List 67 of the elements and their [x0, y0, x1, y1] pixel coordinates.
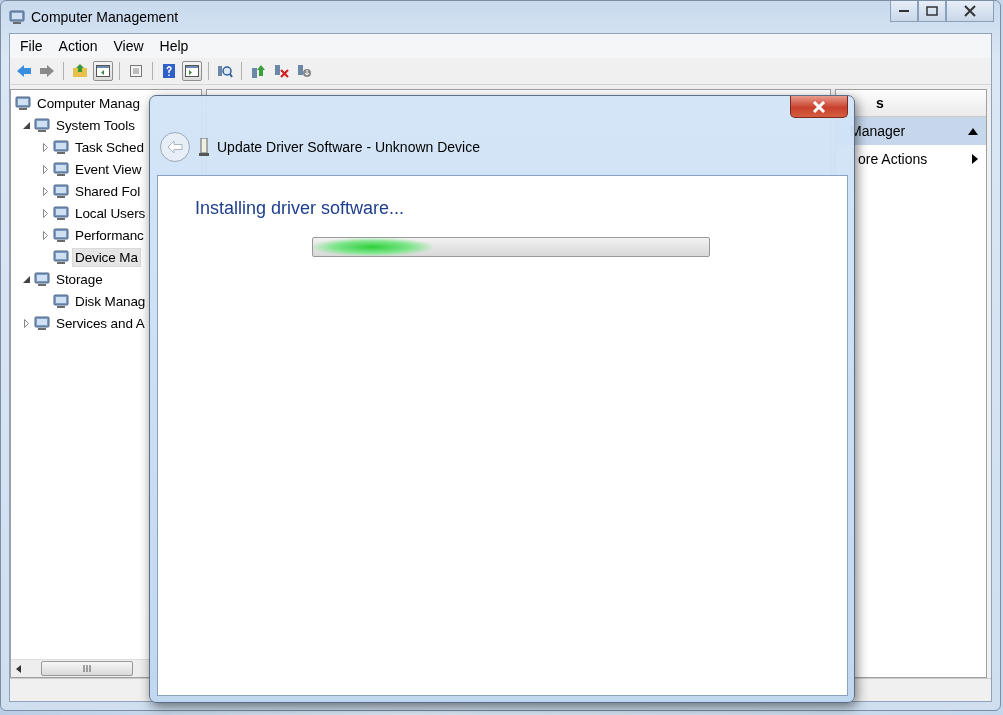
action-item[interactable]: ore Actions [836, 145, 986, 173]
status-heading: Installing driver software... [195, 198, 406, 219]
minimize-icon [899, 9, 909, 13]
actions-header: s [876, 95, 884, 111]
minimize-button[interactable] [890, 1, 918, 22]
tree-item[interactable]: System Tools [53, 115, 138, 135]
expanded-arrow-icon[interactable] [22, 275, 30, 283]
disable-device-icon [296, 64, 312, 78]
device-icon [199, 137, 209, 156]
back-arrow-icon [16, 64, 32, 78]
tree-item[interactable]: Disk Manag [72, 291, 149, 311]
menu-item[interactable]: Action [52, 36, 104, 56]
tree-node-icon [34, 271, 50, 287]
tree-item[interactable]: Shared Fol [72, 181, 144, 201]
tree-node-icon [15, 95, 31, 111]
collapse-arrow-icon [968, 127, 978, 135]
expanded-arrow-icon[interactable] [22, 121, 30, 129]
close-icon [964, 5, 976, 17]
tree-item[interactable]: Local Users [72, 203, 149, 223]
pane-icon [185, 65, 199, 77]
tree-node-icon [9, 9, 25, 25]
menu-item[interactable]: File [14, 36, 49, 56]
dialog-title: Update Driver Software - Unknown Device [217, 138, 480, 155]
uninstall-icon [273, 64, 289, 78]
tree-node-icon [53, 293, 69, 309]
back-button[interactable] [159, 130, 191, 163]
document-icon [129, 64, 143, 78]
close-button[interactable] [790, 96, 848, 118]
tree-item[interactable]: Services and A [53, 313, 148, 333]
scroll-left-icon [15, 664, 23, 673]
toolbar-button[interactable] [93, 61, 113, 81]
tree-node-icon [53, 205, 69, 221]
collapsed-arrow-icon[interactable] [42, 208, 48, 218]
toolbar-button[interactable] [182, 61, 202, 81]
tree-item[interactable]: Performanc [72, 225, 147, 245]
tree-node-icon [53, 161, 69, 177]
update-driver-icon [250, 64, 266, 78]
tree-item[interactable]: Task Sched [72, 137, 147, 157]
collapsed-arrow-icon[interactable] [42, 164, 48, 174]
tree-item[interactable]: Event View [72, 159, 145, 179]
tree-item[interactable]: Computer Manag [34, 93, 143, 113]
maximize-button[interactable] [918, 1, 946, 22]
close-icon [812, 100, 826, 113]
close-button[interactable] [946, 1, 994, 22]
tree-item[interactable]: Storage [53, 269, 106, 289]
collapsed-arrow-icon[interactable] [42, 186, 48, 196]
scroll-thumb[interactable] [41, 661, 133, 676]
tree-node-icon [53, 249, 69, 265]
folder-up-icon [72, 64, 88, 78]
tree-node-icon [53, 139, 69, 155]
tree-item[interactable]: Device Ma [72, 247, 141, 267]
menu-item[interactable]: View [107, 36, 150, 56]
scan-icon [217, 64, 233, 78]
forward-arrow-icon [39, 64, 55, 78]
tree-node-icon [34, 315, 50, 331]
collapsed-arrow-icon[interactable] [42, 230, 48, 240]
help-icon [163, 64, 175, 78]
maximize-icon [926, 6, 938, 16]
submenu-arrow-icon [972, 154, 978, 164]
pane-icon [96, 65, 110, 77]
tree-node-icon [53, 227, 69, 243]
collapsed-arrow-icon[interactable] [42, 142, 48, 152]
tree-node-icon [34, 117, 50, 133]
tree-node-icon [53, 183, 69, 199]
window-title: Computer Management [31, 9, 179, 25]
collapsed-arrow-icon[interactable] [23, 318, 29, 328]
menu-item[interactable]: Help [153, 36, 195, 56]
